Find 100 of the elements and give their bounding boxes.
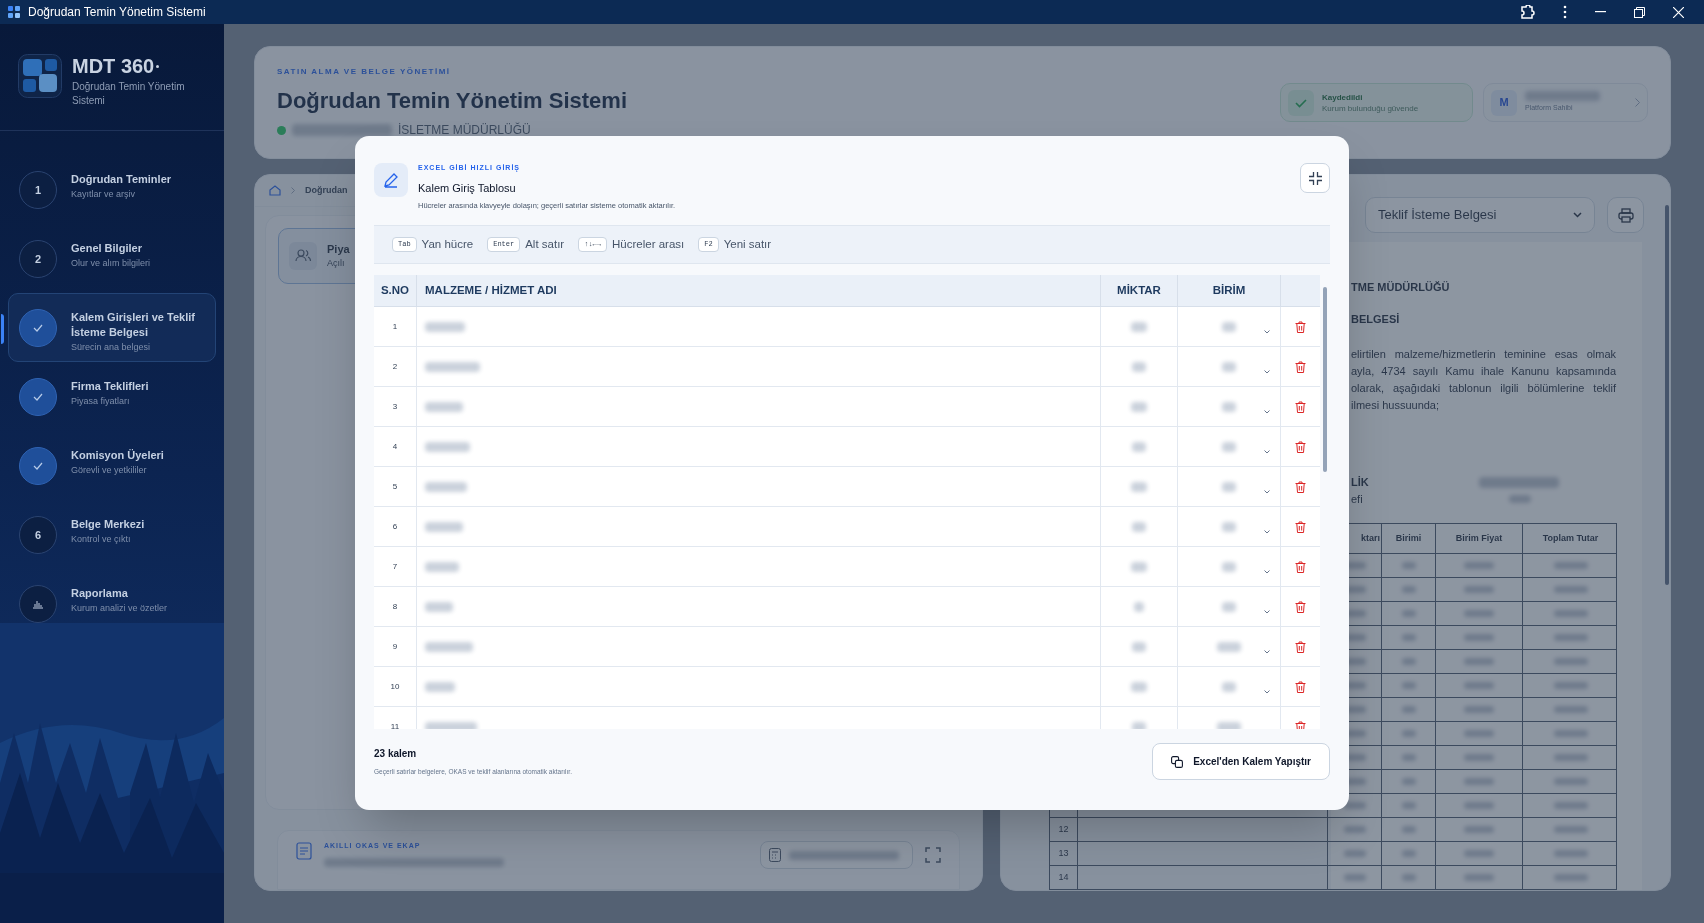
- blurred-text: [1131, 681, 1147, 692]
- caret-icon: [1264, 490, 1270, 494]
- expand-icon[interactable]: [923, 845, 943, 866]
- blurred-text: [425, 641, 473, 652]
- blurred-text: [1401, 610, 1416, 617]
- blurred-text: [1464, 778, 1494, 785]
- bar-chart-icon: [32, 599, 44, 609]
- blurred-text: [425, 561, 459, 572]
- step-title: Raporlama: [71, 586, 129, 601]
- row-number: 11: [390, 720, 400, 729]
- column-header: Toplam Tutar: [1542, 531, 1599, 545]
- delete-icon[interactable]: [1295, 400, 1306, 413]
- blurred-text: [1553, 802, 1588, 809]
- blurred-text: [1464, 658, 1494, 665]
- blurred-text: [1553, 562, 1588, 569]
- active-indicator: [1, 314, 4, 344]
- step-number: 2: [19, 240, 57, 278]
- restore-icon[interactable]: [1634, 6, 1645, 18]
- column-header: ktarı: [1361, 531, 1380, 545]
- caret-icon: [1264, 410, 1270, 414]
- users-icon: [289, 241, 317, 270]
- delete-icon[interactable]: [1295, 360, 1306, 373]
- blurred-text: [1464, 850, 1494, 857]
- sidebar-step[interactable]: Raporlama Kurum analizi ve özetler: [8, 569, 216, 638]
- delete-icon[interactable]: [1295, 320, 1306, 333]
- check-icon: [1288, 89, 1314, 116]
- delete-icon[interactable]: [1295, 560, 1306, 573]
- shortcut-label: Hücreler arası: [612, 236, 685, 252]
- shortcut-label: Yan hücre: [421, 236, 474, 252]
- blurred-text: [1343, 826, 1366, 833]
- blurred-text: [1131, 481, 1147, 492]
- blurred-text: [1131, 401, 1147, 412]
- step-title: Doğrudan Teminler: [71, 172, 172, 187]
- home-icon[interactable]: [269, 184, 281, 196]
- caret-icon: [1264, 530, 1270, 534]
- blurred-text: [425, 361, 480, 372]
- minimize-icon[interactable]: [1595, 11, 1606, 13]
- signature-title: LİK: [1351, 475, 1369, 490]
- row-number: 14: [1058, 870, 1069, 884]
- blurred-text: [1553, 874, 1588, 881]
- blurred-text: [1132, 441, 1146, 452]
- delete-icon[interactable]: [1295, 520, 1306, 533]
- step-subtitle: Sürecin ana belgesi: [71, 341, 152, 354]
- copy-icon: [1171, 755, 1184, 768]
- column-header: Birimi: [1395, 531, 1422, 545]
- step-subtitle: Olur ve alım bilgileri: [71, 257, 151, 270]
- step-title: Firma Teklifleri: [71, 379, 149, 394]
- more-icon[interactable]: [1563, 5, 1567, 19]
- blurred-text: [1222, 521, 1236, 532]
- sidebar-step[interactable]: 2 Genel Bilgiler Olur ve alım bilgileri: [8, 224, 216, 293]
- blurred-text: [1222, 561, 1236, 572]
- step-subtitle: Kayıtlar ve arşiv: [71, 188, 137, 201]
- blurred-text: [425, 681, 455, 692]
- delete-icon[interactable]: [1295, 440, 1306, 453]
- save-status-title: Kaydedildi: [1322, 91, 1364, 103]
- collapse-button[interactable]: [1300, 163, 1330, 193]
- caret-icon: [1264, 450, 1270, 454]
- blurred-text: [1553, 730, 1588, 737]
- chevron-right-icon: [291, 186, 295, 194]
- blurred-text: [1401, 754, 1416, 761]
- blurred-text: [1464, 754, 1494, 761]
- print-button[interactable]: [1607, 197, 1644, 233]
- delete-icon[interactable]: [1295, 600, 1306, 613]
- blurred-text: [1464, 874, 1494, 881]
- sidebar-step[interactable]: 6 Belge Merkezi Kontrol ve çıktı: [8, 500, 216, 569]
- delete-icon[interactable]: [1295, 640, 1306, 653]
- row-number: 13: [1058, 846, 1069, 860]
- logo-icon: [18, 54, 62, 98]
- blurred-text: [1401, 874, 1416, 881]
- sidebar-step[interactable]: 1 Doğrudan Teminler Kayıtlar ve arşiv: [8, 155, 216, 224]
- row-number: 6: [392, 520, 398, 533]
- pencil-icon: [374, 163, 408, 197]
- blurred-text: [425, 481, 467, 492]
- blurred-text: [1464, 682, 1494, 689]
- blurred-text: [1401, 634, 1416, 641]
- step-title: Kalem Girişleri ve Teklif İsteme Belgesi: [71, 310, 196, 340]
- blurred-text: [1401, 706, 1416, 713]
- generate-button[interactable]: [760, 841, 913, 870]
- paste-button[interactable]: Excel'den Kalem Yapıştır: [1152, 743, 1330, 780]
- delete-icon[interactable]: [1295, 680, 1306, 693]
- delete-icon[interactable]: [1295, 480, 1306, 493]
- blurred-text: [1401, 682, 1416, 689]
- close-icon[interactable]: [1673, 6, 1684, 18]
- column-header: MALZEME / HİZMET ADI: [425, 282, 557, 298]
- blurred-text: [1134, 601, 1144, 612]
- chevron-right-icon: [1635, 98, 1640, 107]
- row-number: 9: [392, 640, 398, 653]
- delete-icon[interactable]: [1295, 720, 1306, 729]
- blurred-text: [1343, 802, 1366, 809]
- row-number: 4: [392, 440, 398, 453]
- blurred-text: [1401, 586, 1416, 593]
- brand-subtitle: Doğrudan Temin Yönetim Sistemi: [72, 80, 186, 108]
- sidebar-step[interactable]: Firma Teklifleri Piyasa fiyatları: [8, 362, 216, 431]
- extension-icon[interactable]: [1519, 5, 1535, 19]
- blurred-text: [1464, 730, 1494, 737]
- blurred-text: [1553, 586, 1588, 593]
- check-icon: [33, 462, 43, 470]
- sidebar-step[interactable]: Komisyon Üyeleri Görevli ve yetkililer: [8, 431, 216, 500]
- blurred-text: [1222, 401, 1236, 412]
- document-select[interactable]: Teklif İsteme Belgesi: [1365, 197, 1595, 233]
